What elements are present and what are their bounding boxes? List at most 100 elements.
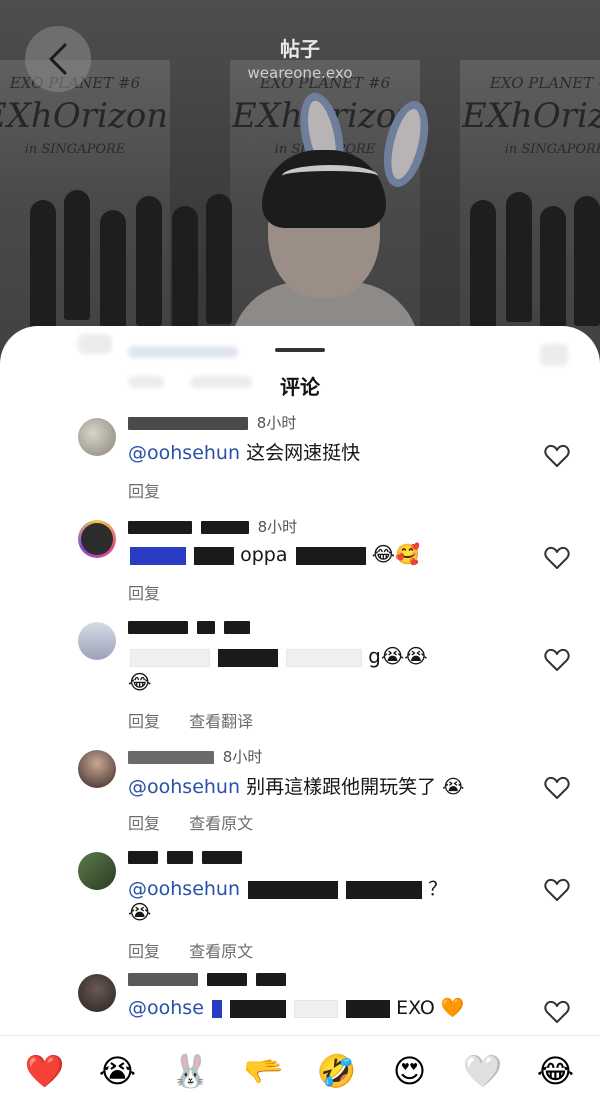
comment-text: @oohsehun 别再這樣跟他開玩笑了 😭	[128, 772, 464, 799]
comment-text-line2: 😭	[128, 900, 151, 924]
redacted-username	[196, 621, 215, 634]
comment-meta: 8小时	[128, 516, 297, 537]
comment-body: 这会网速挺快	[246, 442, 361, 464]
comment-meta	[128, 848, 246, 866]
reaction-heart-eyes[interactable]: 😍	[380, 1041, 440, 1101]
poster-figure	[574, 196, 600, 326]
redacted-username	[200, 521, 249, 534]
poster-figure	[470, 200, 496, 330]
avatar[interactable]	[78, 852, 116, 890]
comment-body: 别再這樣跟他開玩笑了 😭	[246, 776, 465, 798]
comment-body: oppa	[240, 544, 288, 566]
like-button[interactable]	[543, 544, 571, 572]
reaction-white-heart[interactable]: 🤍	[453, 1041, 513, 1101]
translate-button[interactable]: 查看翻译	[189, 712, 253, 731]
blurred-avatar	[78, 334, 112, 354]
reaction-red-heart[interactable]: ❤️	[15, 1041, 75, 1101]
redacted-text	[218, 648, 279, 667]
mention-link[interactable]: @oohse	[128, 997, 204, 1019]
mention-link[interactable]: @oohsehun	[128, 878, 240, 900]
heart-outline-icon	[544, 1000, 570, 1023]
like-button[interactable]	[543, 876, 571, 904]
redacted-username	[223, 621, 250, 634]
blurred-icon	[540, 344, 568, 366]
comment-text-line2: 😂	[128, 670, 151, 694]
avatar[interactable]	[78, 520, 116, 558]
redacted-username	[128, 417, 248, 430]
comment-emoji: 😭	[128, 900, 152, 924]
heart-outline-icon	[544, 648, 570, 671]
reply-button[interactable]: 回复	[128, 814, 160, 833]
comment-meta: 8小时	[128, 412, 296, 433]
avatar[interactable]	[78, 622, 116, 660]
comment-actions: 回复	[128, 580, 184, 604]
avatar[interactable]	[78, 750, 116, 788]
view-original-button[interactable]: 查看原文	[189, 942, 253, 961]
poster-figure	[100, 210, 126, 340]
redacted-username	[128, 973, 198, 986]
comment-actions: 回复 查看翻译	[128, 708, 277, 732]
like-button[interactable]	[543, 774, 571, 802]
page-subtitle: weareone.exo	[247, 64, 353, 82]
comment-body: EXO 🧡	[396, 997, 465, 1019]
heart-outline-icon	[544, 444, 570, 467]
redacted-text	[346, 999, 391, 1018]
comment-text: oppa 😂🥰	[128, 542, 420, 566]
comment-actions: 回复 查看原文	[128, 938, 277, 962]
comment-actions: 回复 查看原文	[128, 810, 277, 834]
redacted-username	[128, 851, 158, 864]
redacted-text	[248, 880, 339, 899]
reaction-palm-down-hand[interactable]: 🫳	[234, 1041, 294, 1101]
poster-logo: EXhOrizon	[0, 96, 169, 136]
sheet-title: 评论	[280, 375, 320, 399]
poster-subtitle: in SINGAPORE	[24, 142, 126, 157]
redacted-username	[206, 973, 247, 986]
reaction-rofl-face[interactable]: 🤣	[307, 1041, 367, 1101]
reaction-crying-face[interactable]: 😭	[88, 1041, 148, 1101]
redacted-username	[128, 751, 214, 764]
mention-link[interactable]: @oohsehun	[128, 776, 240, 798]
like-button[interactable]	[543, 442, 571, 470]
comment-text: @oohsehun 这会网速挺快	[128, 438, 360, 465]
comment-meta: 8小时	[128, 746, 262, 767]
drag-handle[interactable]	[275, 348, 325, 352]
redacted-text	[130, 648, 210, 667]
redacted-text	[286, 648, 363, 667]
reply-button[interactable]: 回复	[128, 584, 160, 603]
reply-button[interactable]: 回复	[128, 482, 160, 501]
redacted-username	[255, 973, 286, 986]
mention-link[interactable]: @oohsehun	[128, 442, 240, 464]
poster-figure	[540, 206, 566, 336]
page-title: 帖子	[280, 37, 320, 61]
redacted-username	[128, 521, 192, 534]
poster-figure	[172, 206, 198, 336]
comment-body: ？	[428, 878, 448, 900]
reaction-tears-of-joy[interactable]: 😂	[526, 1041, 586, 1101]
bunny-headband	[282, 165, 378, 187]
comments-sheet: 评论 8小时 @oohsehun 这会网速挺快 回复 8小时 oppa 😂🥰 回…	[0, 326, 600, 1106]
redacted-text	[194, 546, 235, 565]
comment-meta	[128, 618, 254, 636]
reply-button[interactable]: 回复	[128, 942, 160, 961]
view-original-button[interactable]: 查看原文	[189, 814, 253, 833]
redacted-mention	[211, 999, 222, 1018]
comment-emoji: 😂	[128, 670, 152, 694]
poster-figure	[64, 190, 90, 320]
reaction-rabbit-face[interactable]: 🐰	[161, 1041, 221, 1101]
poster-logo: EXhOrizon	[461, 96, 600, 136]
blurred-text	[128, 346, 238, 358]
avatar[interactable]	[78, 418, 116, 456]
like-button[interactable]	[543, 646, 571, 674]
redacted-text	[346, 880, 423, 899]
comment-actions: 回复	[128, 478, 184, 502]
comment-time: 8小时	[222, 748, 263, 766]
avatar-image	[81, 523, 113, 555]
heart-outline-icon	[544, 546, 570, 569]
avatar[interactable]	[78, 974, 116, 1012]
poster-figure	[30, 200, 56, 330]
comment-text: @oohsehun ？	[128, 874, 447, 901]
quick-reaction-bar: ❤️ 😭 🐰 🫳 🤣 😍 🤍 😂	[0, 1035, 600, 1106]
redacted-username	[166, 851, 193, 864]
reply-button[interactable]: 回复	[128, 712, 160, 731]
like-button[interactable]	[543, 998, 571, 1026]
